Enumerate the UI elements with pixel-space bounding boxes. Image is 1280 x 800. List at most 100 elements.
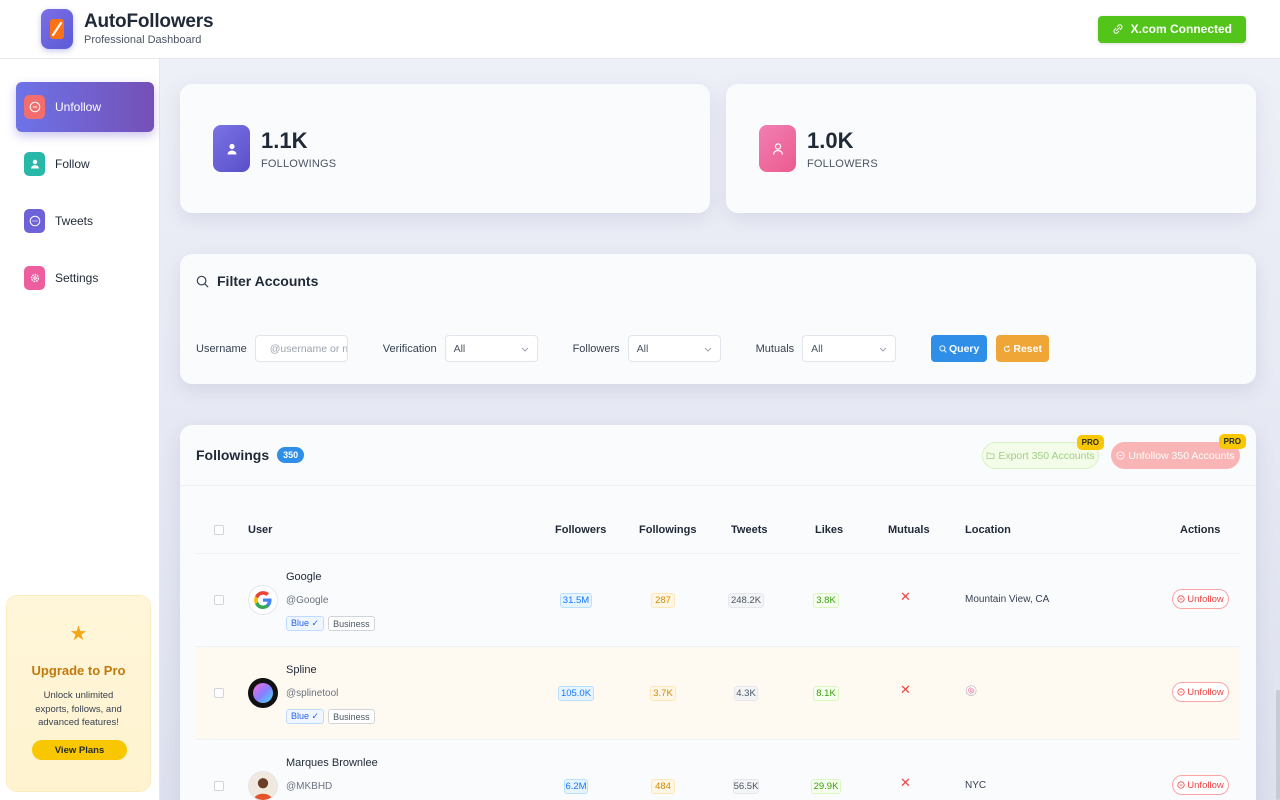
sidebar-item-tweets[interactable]: Tweets (16, 196, 154, 246)
query-button[interactable]: Query (931, 335, 988, 362)
followings-value: 287 (651, 593, 675, 608)
column-header-likes[interactable]: Likes (815, 524, 843, 536)
spline-avatar (248, 678, 278, 708)
tweets-value: 248.2K (728, 593, 764, 608)
table-row: Spline @splinetool Blue ✓ Business 105.0… (196, 646, 1240, 739)
followers-value: 31.5M (560, 593, 592, 608)
app-subtitle: Professional Dashboard (84, 34, 202, 46)
unfollow-button-label: Unfollow (1187, 593, 1224, 605)
user-icon (759, 125, 796, 172)
followers-value: 105.0K (558, 686, 594, 701)
sidebar-item-label: Unfollow (55, 100, 102, 114)
verified-badge: Blue ✓ (286, 616, 325, 631)
chevron-down-icon (879, 343, 887, 355)
likes-value: 3.8K (813, 593, 839, 608)
followings-count: 1.1K (261, 128, 308, 153)
table-title-label: Followings (196, 447, 270, 463)
column-header-tweets[interactable]: Tweets (731, 524, 767, 536)
column-header-mutuals[interactable]: Mutuals (888, 524, 930, 536)
followings-label: FOLLOWINGS (261, 158, 337, 170)
export-accounts-button[interactable]: Export 350 Accounts PRO (982, 435, 1104, 469)
minus-circle-icon (1177, 688, 1185, 696)
business-badge: Business (328, 709, 375, 724)
view-plans-button[interactable]: View Plans (32, 740, 127, 760)
mutuals-label: Mutuals (755, 342, 795, 355)
search-icon (196, 275, 209, 287)
unfollow-button-label: Unfollow (1187, 779, 1224, 791)
column-header-location[interactable]: Location (965, 524, 1011, 536)
location-text: NYC (965, 780, 987, 791)
followings-stat-card: 1.1K FOLLOWINGS (180, 84, 710, 213)
user-icon (24, 152, 45, 176)
not-mutual-icon: ✕ (900, 682, 911, 697)
sidebar-item-label: Follow (55, 157, 90, 171)
chat-icon (24, 209, 45, 233)
row-checkbox[interactable] (214, 595, 224, 605)
column-header-actions: Actions (1180, 524, 1221, 536)
followings-value: 3.7K (650, 686, 676, 701)
column-header-followers[interactable]: Followers (555, 524, 606, 536)
unfollow-button[interactable]: Unfollow (1172, 682, 1229, 702)
followers-filter-label: Followers (572, 342, 620, 355)
link-icon (1113, 24, 1123, 34)
google-avatar (248, 585, 278, 615)
gear-icon (24, 266, 45, 290)
scrollbar[interactable] (1276, 690, 1280, 800)
mutuals-value: All (811, 342, 823, 355)
user-name[interactable]: Marques Brownlee (286, 757, 378, 769)
username-input[interactable]: @username or n (254, 335, 348, 362)
column-header-followings[interactable]: Followings (639, 524, 696, 536)
sidebar-item-follow[interactable]: Follow (16, 139, 154, 189)
likes-value: 8.1K (813, 686, 839, 701)
table-row: Google @Google Blue ✓ Business 31.5M 287… (196, 553, 1240, 646)
followers-filter-value: All (636, 342, 649, 355)
verification-select[interactable]: All (444, 335, 538, 362)
followers-stat-card: 1.0K FOLLOWERS (726, 84, 1256, 213)
refresh-icon (1004, 344, 1011, 352)
promo-title: Upgrade to Pro (31, 663, 126, 678)
user-handle: @Google (286, 595, 329, 606)
sidebar-item-settings[interactable]: Settings (16, 253, 154, 303)
verification-value: All (453, 342, 466, 355)
connection-status-button[interactable]: X.com Connected (1097, 15, 1246, 43)
user-tags: Blue ✓ Business (286, 616, 375, 631)
select-all-checkbox[interactable] (214, 525, 224, 535)
user-name[interactable]: Google (286, 571, 321, 583)
user-name[interactable]: Spline (286, 664, 317, 676)
user-handle: @splinetool (286, 688, 339, 699)
not-mutual-icon: ✕ (900, 589, 911, 604)
table-header-bar: Followings 350 Export 350 Accounts PRO U… (180, 425, 1256, 486)
unfollow-all-button[interactable]: Unfollow 350 Accounts PRO (1111, 434, 1246, 469)
sidebar: Unfollow Follow Tweets Settings ★ Upgrad… (0, 59, 160, 800)
filter-row: Username @username or n Verification All… (196, 335, 1050, 362)
app-logo (41, 9, 73, 49)
upgrade-promo-card: ★ Upgrade to Pro Unlock unlimited export… (7, 596, 150, 791)
location-text: 🍥 (965, 686, 978, 697)
tweets-value: 56.5K (733, 779, 759, 794)
reset-button[interactable]: Reset (996, 335, 1050, 362)
filter-title: Filter Accounts (196, 273, 318, 289)
followers-select[interactable]: All (627, 335, 721, 362)
pro-badge: PRO (1218, 434, 1246, 449)
business-badge: Business (328, 616, 375, 631)
query-button-label: Query (948, 342, 980, 355)
verification-label: Verification (382, 342, 437, 355)
unfollow-all-label: Unfollow 350 Accounts (1128, 449, 1235, 462)
verified-badge: Blue ✓ (286, 709, 325, 724)
mutuals-select[interactable]: All (802, 335, 897, 362)
unfollow-button[interactable]: Unfollow (1172, 775, 1229, 795)
location-text: Mountain View, CA (965, 594, 1050, 605)
mkbhd-avatar (248, 771, 278, 800)
tweets-value: 4.3K (734, 686, 758, 701)
sidebar-item-label: Settings (55, 271, 99, 285)
sidebar-item-unfollow[interactable]: Unfollow (16, 82, 154, 132)
column-header-user[interactable]: User (248, 524, 272, 536)
row-checkbox[interactable] (214, 688, 224, 698)
username-placeholder: @username or n (269, 342, 348, 355)
top-header: AutoFollowers Professional Dashboard X.c… (0, 0, 1280, 59)
row-checkbox[interactable] (214, 781, 224, 791)
unfollow-button[interactable]: Unfollow (1172, 589, 1229, 609)
promo-text: Unlock unlimited exports, follows, and a… (35, 690, 122, 728)
connection-status-label: X.com Connected (1130, 22, 1232, 36)
filter-title-label: Filter Accounts (217, 273, 319, 289)
